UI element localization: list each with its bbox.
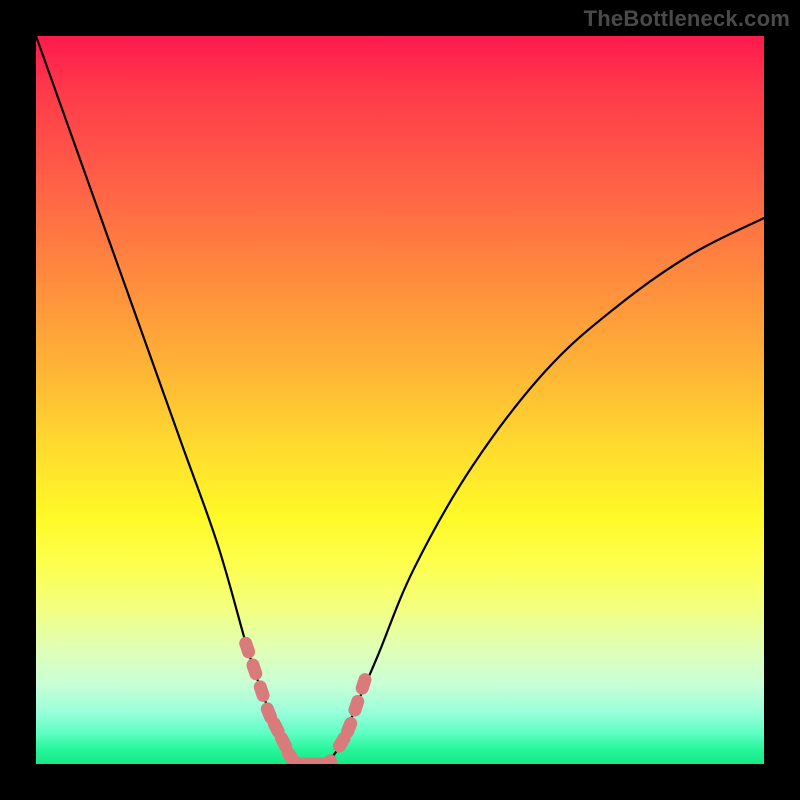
marker-capsule (252, 679, 271, 704)
marker-capsule (237, 635, 256, 660)
chart-svg (36, 36, 764, 764)
chart-frame: TheBottleneck.com (0, 0, 800, 800)
watermark-text: TheBottleneck.com (584, 6, 790, 32)
curve-left-branch (36, 36, 298, 764)
marker-capsule (347, 693, 366, 718)
marker-capsule (245, 657, 264, 682)
highlight-markers (237, 635, 373, 764)
plot-area (36, 36, 764, 764)
curve-right-branch (327, 218, 764, 764)
